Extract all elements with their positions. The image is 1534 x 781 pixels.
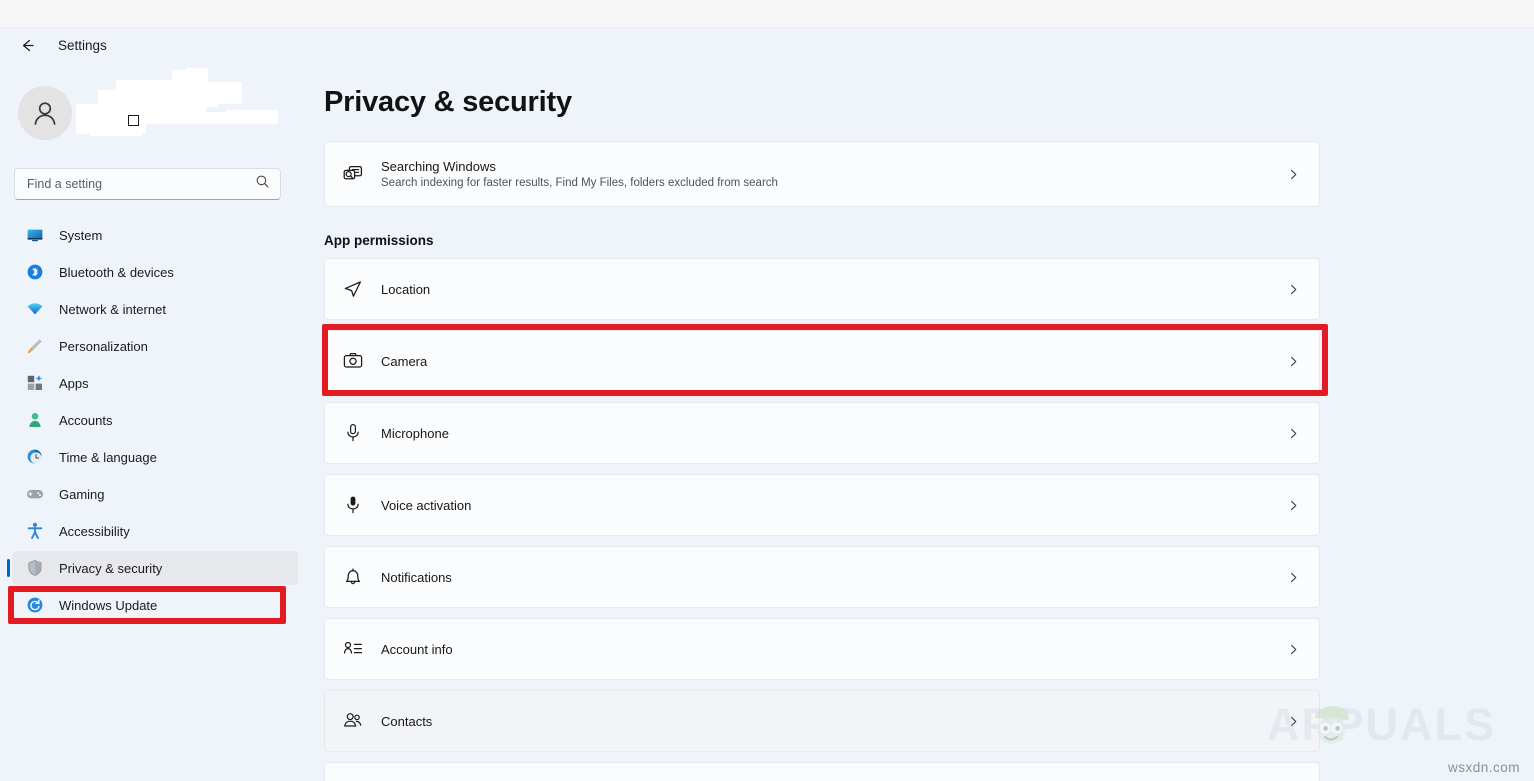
window-titlebar <box>0 0 1534 28</box>
card-title: Location <box>381 282 1267 297</box>
settings-card-list: Searching Windows Search indexing for fa… <box>310 141 1534 781</box>
settings-window: Settings <box>0 0 1534 781</box>
person-icon <box>26 411 44 429</box>
sidebar-item-label: Windows Update <box>59 598 157 613</box>
card-account-info[interactable]: Account info <box>324 618 1320 680</box>
wifi-icon <box>26 300 44 318</box>
accessibility-icon <box>26 522 44 540</box>
card-text: Contacts <box>381 714 1267 729</box>
card-text: Location <box>381 282 1267 297</box>
sidebar-item-apps[interactable]: Apps <box>12 366 298 400</box>
sidebar-item-label: Accounts <box>59 413 112 428</box>
card-text: Microphone <box>381 426 1267 441</box>
card-location[interactable]: Location <box>324 258 1320 320</box>
monitor-icon <box>26 226 44 244</box>
sidebar-item-label: Accessibility <box>59 524 130 539</box>
card-camera[interactable]: Camera <box>324 330 1320 392</box>
watermark-domain: wsxdn.com <box>1448 760 1520 775</box>
search-icon <box>255 174 270 194</box>
sidebar-item-label: Personalization <box>59 339 148 354</box>
redaction-marker <box>128 115 139 126</box>
sidebar-item-label: Time & language <box>59 450 157 465</box>
card-text: Voice activation <box>381 498 1267 513</box>
section-header-app-permissions: App permissions <box>324 233 1534 248</box>
clock-icon <box>26 448 44 466</box>
sidebar-item-accessibility[interactable]: Accessibility <box>12 514 298 548</box>
back-arrow-icon[interactable] <box>14 32 40 58</box>
paintbrush-icon <box>26 337 44 355</box>
chevron-right-icon <box>1267 499 1319 512</box>
card-text: Account info <box>381 642 1267 657</box>
microphone-filled-icon <box>325 494 381 516</box>
sidebar-item-network-internet[interactable]: Network & internet <box>12 292 298 326</box>
search-box[interactable] <box>14 168 281 200</box>
sidebar-item-label: Apps <box>59 376 89 391</box>
sidebar-item-gaming[interactable]: Gaming <box>12 477 298 511</box>
chevron-right-icon <box>1267 355 1319 368</box>
chevron-right-icon <box>1267 571 1319 584</box>
card-searching-windows[interactable]: Searching Windows Search indexing for fa… <box>324 141 1320 207</box>
sidebar-item-time-language[interactable]: Time & language <box>12 440 298 474</box>
account-block[interactable] <box>18 82 310 144</box>
sidebar-header: Settings <box>0 28 310 62</box>
chevron-right-icon <box>1267 715 1319 728</box>
bell-icon <box>325 566 381 588</box>
page-title: Privacy & security <box>324 86 1534 119</box>
account-info-icon <box>325 638 381 660</box>
selection-indicator <box>7 559 10 577</box>
sidebar-item-accounts[interactable]: Accounts <box>12 403 298 437</box>
chevron-right-icon <box>1267 643 1319 656</box>
sidebar-item-label: Network & internet <box>59 302 166 317</box>
card-title: Searching Windows <box>381 159 1267 174</box>
sidebar-item-system[interactable]: System <box>12 218 298 252</box>
sidebar-item-bluetooth-devices[interactable]: Bluetooth & devices <box>12 255 298 289</box>
bluetooth-icon <box>26 263 44 281</box>
card-text: Searching Windows Search indexing for fa… <box>381 159 1267 189</box>
sidebar-item-windows-update[interactable]: Windows Update <box>12 588 298 622</box>
card-title: Camera <box>381 354 1267 369</box>
microphone-outline-icon <box>325 422 381 444</box>
avatar <box>18 86 72 140</box>
card-text: Camera <box>381 354 1267 369</box>
chevron-right-icon <box>1267 427 1319 440</box>
main-content: Privacy & security Searching Windows Sea… <box>310 28 1534 781</box>
sidebar-item-label: Gaming <box>59 487 105 502</box>
search-input[interactable] <box>27 177 255 191</box>
sidebar: Settings <box>0 28 310 781</box>
sidebar-nav-list: System Bluetooth & devices <box>0 218 310 622</box>
sidebar-item-personalization[interactable]: Personalization <box>12 329 298 363</box>
chevron-right-icon <box>1267 168 1319 181</box>
shield-icon <box>26 559 44 577</box>
card-title: Contacts <box>381 714 1267 729</box>
location-arrow-icon <box>325 278 381 300</box>
card-microphone[interactable]: Microphone <box>324 402 1320 464</box>
contacts-icon <box>325 710 381 732</box>
redaction-overlay <box>76 68 282 140</box>
card-contacts[interactable]: Contacts <box>324 690 1320 752</box>
card-title: Notifications <box>381 570 1267 585</box>
apps-grid-icon <box>26 374 44 392</box>
card-subtitle: Search indexing for faster results, Find… <box>381 177 1267 189</box>
card-partial-next[interactable] <box>324 762 1320 781</box>
card-title: Microphone <box>381 426 1267 441</box>
search-window-icon <box>325 163 381 185</box>
card-title: Account info <box>381 642 1267 657</box>
gamepad-icon <box>26 485 44 503</box>
sidebar-item-label: Privacy & security <box>59 561 162 576</box>
card-voice-activation[interactable]: Voice activation <box>324 474 1320 536</box>
update-refresh-icon <box>26 596 44 614</box>
sidebar-item-privacy-security[interactable]: Privacy & security <box>12 551 298 585</box>
app-title: Settings <box>58 38 107 53</box>
card-notifications[interactable]: Notifications <box>324 546 1320 608</box>
sidebar-item-label: Bluetooth & devices <box>59 265 174 280</box>
sidebar-item-label: System <box>59 228 102 243</box>
card-text: Notifications <box>381 570 1267 585</box>
chevron-right-icon <box>1267 283 1319 296</box>
camera-icon <box>325 350 381 372</box>
card-title: Voice activation <box>381 498 1267 513</box>
